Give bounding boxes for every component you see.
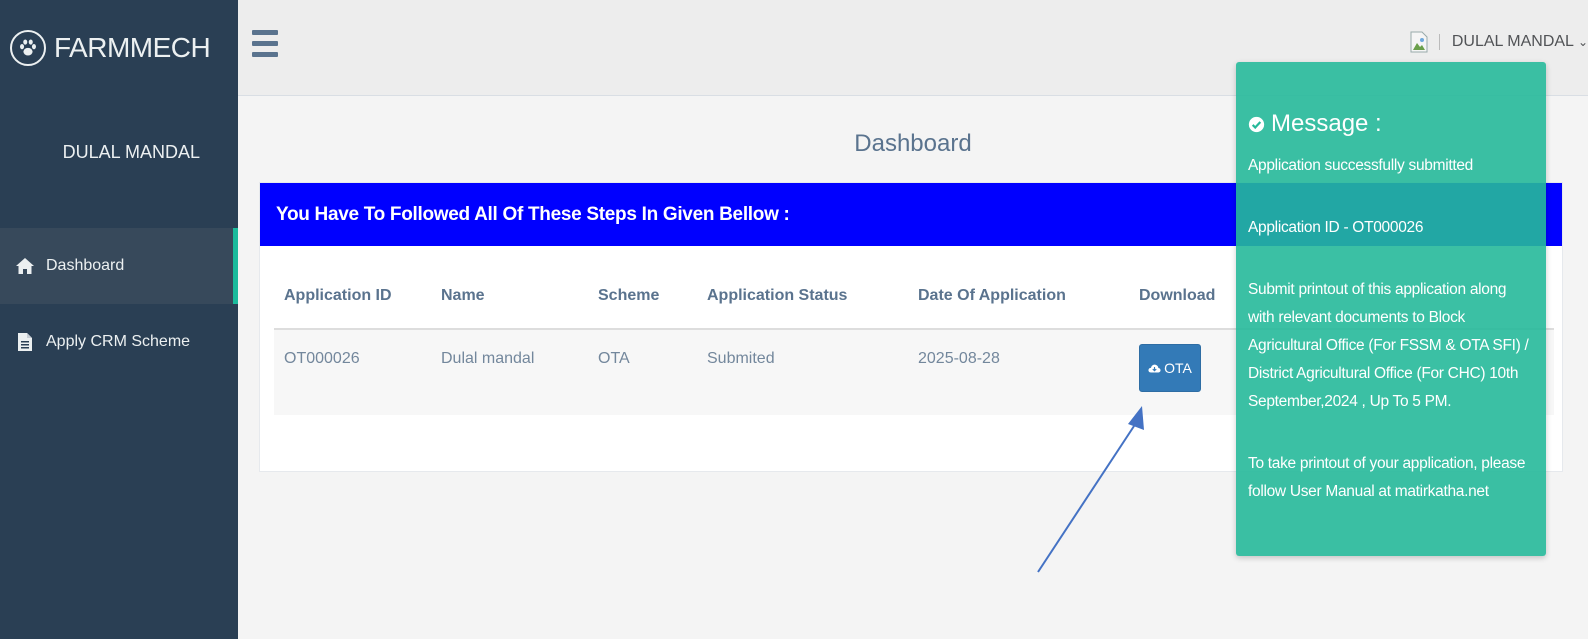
download-label: OTA (1164, 360, 1192, 376)
cell-scheme: OTA (598, 329, 707, 415)
profile-name: DULAL MANDAL (62, 141, 200, 162)
sidebar-item-dashboard[interactable]: Dashboard (0, 228, 238, 304)
notification-line-success: Application successfully submitted (1248, 157, 1473, 174)
column-header: Application ID (274, 275, 441, 330)
cloud-download-icon (1148, 364, 1161, 372)
divider (1438, 34, 1440, 50)
user-name: DULAL MANDAL (1451, 33, 1574, 50)
chevron-down-icon: ⌄ (1577, 35, 1588, 49)
menu-toggle-icon[interactable] (252, 30, 278, 62)
sidebar-item-apply-crm-scheme[interactable]: Apply CRM Scheme (0, 304, 238, 380)
notification-title-text: Message : (1271, 110, 1382, 137)
column-header: Application Status (707, 275, 918, 330)
home-icon (14, 255, 36, 277)
brand-title: FARMMECH (54, 32, 211, 63)
download-ota-button[interactable]: OTA (1139, 344, 1201, 392)
brand[interactable]: FARMMECH (0, 0, 238, 96)
sidebar-item-label: Apply CRM Scheme (46, 333, 191, 350)
paw-icon (10, 30, 46, 66)
notification-line-printout: To take printout of your application, pl… (1248, 455, 1526, 500)
sidebar: FARMMECH DULAL MANDAL Dashboard Apply CR… (0, 0, 238, 639)
notification-title: Message : (1248, 110, 1534, 138)
sidebar-item-label: Dashboard (46, 257, 125, 274)
user-menu[interactable]: DULAL MANDAL ⌄ (1409, 30, 1588, 54)
column-header: Scheme (598, 275, 707, 330)
column-header: Name (441, 275, 598, 330)
cell-application-id: OT000026 (274, 329, 441, 415)
cell-name: Dulal mandal (441, 329, 598, 415)
annotation-arrow-icon (1037, 406, 1144, 573)
success-notification[interactable]: Message : Application successfully submi… (1236, 62, 1546, 556)
notification-line-instructions: Submit printout of this application alon… (1248, 281, 1529, 410)
avatar (1409, 30, 1429, 54)
check-circle-icon (1248, 116, 1265, 132)
column-header: Date Of Application (918, 275, 1139, 330)
file-icon (14, 331, 36, 353)
notification-line-app-id: Application ID - OT000026 (1248, 219, 1424, 236)
cell-status: Submited (707, 329, 918, 415)
